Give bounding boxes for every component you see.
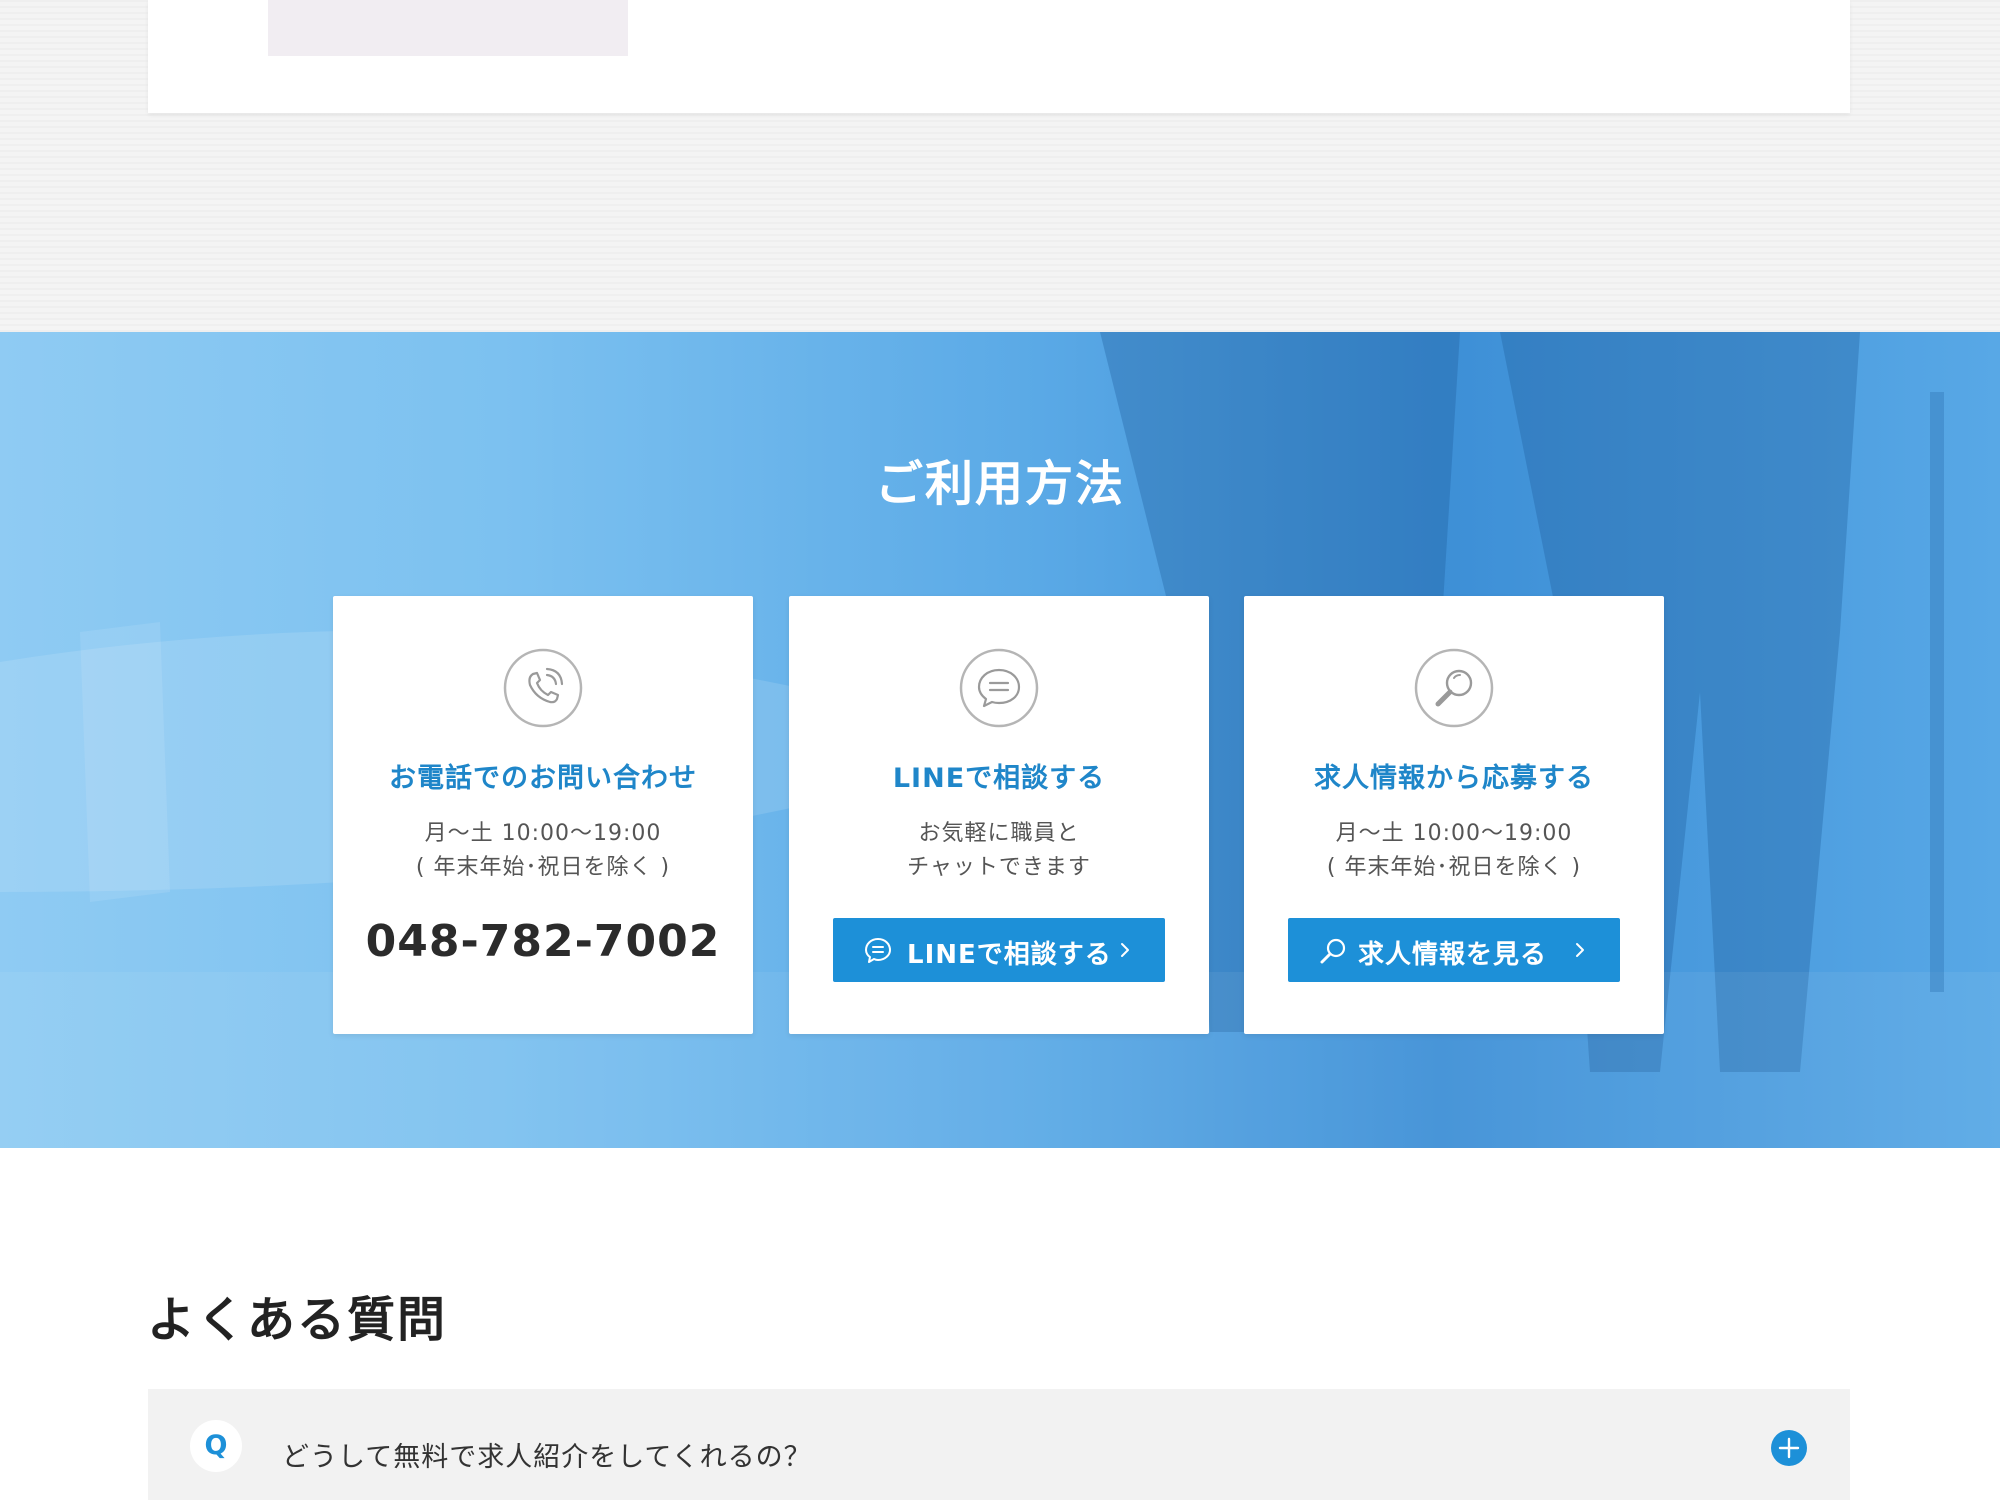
job-search-card: 求人情報から応募する 月〜土 10:00〜19:00 ( 年末年始･祝日を除く … [1244,596,1664,1034]
usage-title: ご利用方法 [874,456,1125,512]
phone-contact-card: お電話でのお問い合わせ 月〜土 10:00〜19:00 ( 年末年始･祝日を除く… [333,596,753,1034]
button-label: 求人情報を見る [1358,940,1548,970]
business-hours: 月〜土 10:00〜19:00 [424,821,662,846]
faq-question: どうして無料で求人紹介をしてくれるの？ [282,1442,812,1473]
line-consult-card: LINEで相談する お気軽に職員と チャットできます LINEで相談する [789,596,1209,1034]
search-icon [1414,648,1494,728]
top-card-image [268,0,628,56]
top-section [0,0,2000,332]
line-consult-button[interactable]: LINEで相談する [833,918,1165,982]
holiday-note: ( 年末年始･祝日を除く ) [1326,855,1582,880]
chevron-right-icon [1121,943,1129,957]
chat-icon [959,648,1039,728]
chevron-right-icon [1576,943,1584,957]
card-description: お気軽に職員と [918,821,1080,846]
faq-item[interactable]: Q どうして無料で求人紹介をしてくれるの？ [148,1389,1850,1500]
view-jobs-button[interactable]: 求人情報を見る [1288,918,1620,982]
question-badge: Q [190,1420,242,1472]
card-title: LINEで相談する [892,763,1106,794]
holiday-note: ( 年末年始･祝日を除く ) [415,855,671,880]
phone-number[interactable]: 048-782-7002 [333,916,753,967]
card-description: チャットできます [907,855,1091,880]
business-hours: 月〜土 10:00〜19:00 [1335,821,1573,846]
search-icon [1320,938,1346,964]
phone-icon [503,648,583,728]
top-content-card [148,0,1850,113]
chat-icon [865,938,891,963]
plus-icon[interactable] [1770,1429,1808,1467]
usage-section: ご利用方法 お電話でのお問い合わせ 月〜土 10:00〜19:00 ( 年末年始… [0,332,2000,1148]
button-label: LINEで相談する [907,940,1112,970]
faq-title: よくある質問 [147,1292,448,1348]
card-title: 求人情報から応募する [1314,763,1594,794]
card-title: お電話でのお問い合わせ [389,763,697,794]
